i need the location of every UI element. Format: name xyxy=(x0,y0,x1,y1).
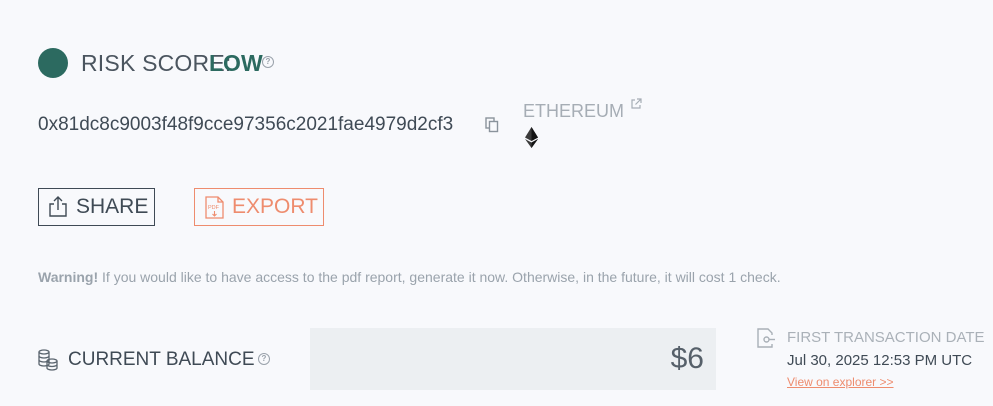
pdf-icon: PDF xyxy=(205,195,224,219)
balance-help-icon[interactable]: ? xyxy=(258,353,270,365)
current-balance-label: CURRENT BALANCE xyxy=(68,349,255,370)
first-transaction-date: Jul 30, 2025 12:53 PM UTC xyxy=(787,352,973,369)
view-on-explorer-link[interactable]: View on explorer >> xyxy=(787,375,894,389)
share-button-label: SHARE xyxy=(76,195,149,218)
svg-text:PDF: PDF xyxy=(208,205,220,211)
first-transaction-label: FIRST TRANSACTION DATE xyxy=(787,329,985,346)
risk-help-icon[interactable]: ? xyxy=(262,56,274,68)
current-balance-value: $6 xyxy=(670,342,704,375)
transaction-icon xyxy=(757,328,775,348)
chain-name-link[interactable]: ETHEREUM xyxy=(523,101,624,122)
share-button[interactable]: SHARE xyxy=(38,188,155,226)
copy-icon[interactable] xyxy=(485,117,499,133)
warning-message: If you would like to have access to the … xyxy=(98,269,781,285)
share-icon xyxy=(49,196,67,217)
current-balance-box: $6 xyxy=(310,328,716,390)
risk-indicator-dot xyxy=(38,48,68,78)
risk-score-value: LOW xyxy=(209,50,263,76)
warning-prefix: Warning! xyxy=(38,269,99,285)
coins-icon xyxy=(38,349,58,371)
export-button-label: EXPORT xyxy=(232,195,318,218)
external-link-icon[interactable] xyxy=(630,98,642,110)
export-button[interactable]: PDF EXPORT xyxy=(194,188,324,226)
wallet-address: 0x81dc8c9003f48f9cce97356c2021fae4979d2c… xyxy=(38,114,454,135)
pdf-warning-text: Warning! If you would like to have acces… xyxy=(38,269,781,285)
ethereum-icon xyxy=(525,127,538,148)
